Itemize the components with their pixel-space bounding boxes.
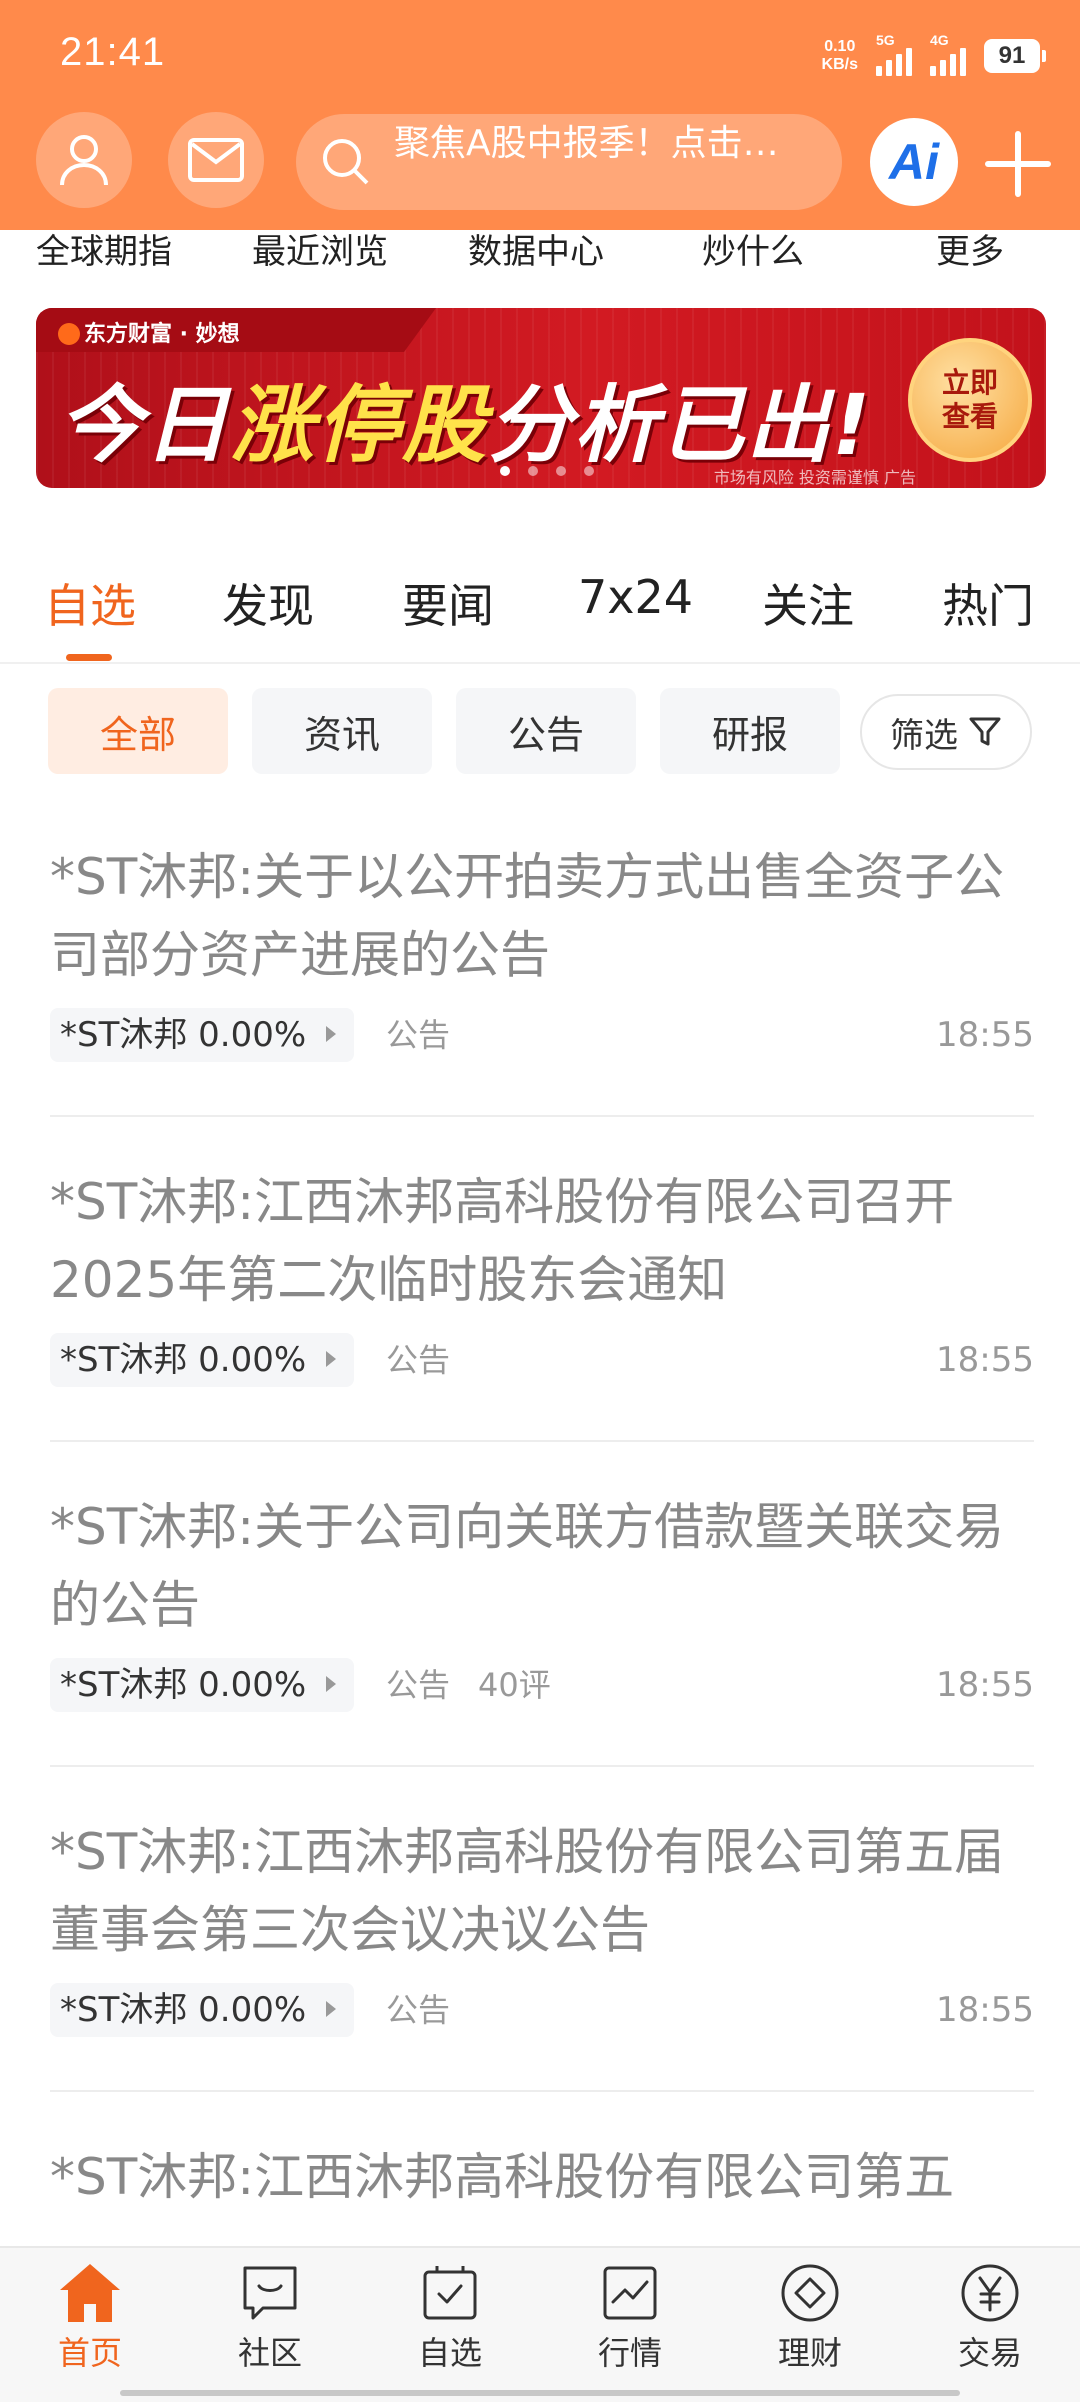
banner-pagination bbox=[500, 466, 594, 476]
news-time: 18:55 bbox=[936, 1015, 1034, 1055]
community-icon bbox=[243, 2266, 297, 2320]
top-header: 21:41 0.10 KB/s 5G 4G 91 聚焦A股中报季！点击… Ai bbox=[0, 0, 1080, 230]
nav-trade[interactable]: 交易 bbox=[930, 2262, 1050, 2374]
arrow-right-icon bbox=[326, 1676, 337, 1692]
promo-banner[interactable]: 东方财富 · 妙想 今日涨停股分析已出! 立即查看 市场有风险 投资需谨慎 广告 bbox=[36, 308, 1046, 488]
news-type: 公告 bbox=[386, 1991, 451, 2029]
filter-funnel-icon bbox=[969, 717, 1001, 746]
banner-cta-button[interactable]: 立即查看 bbox=[908, 338, 1032, 462]
stock-tag[interactable]: *ST沐邦 0.00% bbox=[50, 1333, 355, 1387]
battery-icon: 91 bbox=[984, 39, 1046, 73]
banner-dot bbox=[584, 466, 594, 476]
nav-market[interactable]: 行情 bbox=[570, 2262, 690, 2374]
banner-headline: 今日涨停股分析已出! bbox=[58, 376, 873, 474]
news-title: *ST沐邦:江西沐邦高科股份有限公司召开2025年第二次临时股东会通知 bbox=[50, 1173, 955, 1309]
banner-brand: 东方财富 · 妙想 bbox=[58, 316, 240, 348]
search-icon bbox=[323, 139, 369, 185]
news-item[interactable]: *ST沐邦:关于以公开拍卖方式出售全资子公司部分资产进展的公告 *ST沐邦 0.… bbox=[50, 838, 1034, 1064]
banner-dot-active bbox=[500, 466, 510, 476]
market-icon bbox=[603, 2266, 657, 2320]
search-placeholder: 聚焦A股中报季！点击… bbox=[394, 123, 779, 164]
stock-tag[interactable]: *ST沐邦 0.00% bbox=[50, 1983, 355, 2037]
add-plus-icon[interactable] bbox=[980, 126, 1056, 202]
chip-announcements[interactable]: 公告 bbox=[456, 688, 636, 774]
wealth-icon bbox=[781, 2264, 839, 2322]
watchlist-icon bbox=[423, 2266, 477, 2320]
arrow-right-icon bbox=[326, 1351, 337, 1367]
chip-all[interactable]: 全部 bbox=[48, 688, 228, 774]
nav-community[interactable]: 社区 bbox=[210, 2262, 330, 2374]
nav-wealth[interactable]: 理财 bbox=[750, 2262, 870, 2374]
status-time: 21:41 bbox=[60, 30, 166, 74]
news-title: *ST沐邦:江西沐邦高科股份有限公司第五 bbox=[50, 2148, 955, 2206]
tab-discover[interactable]: 发现 bbox=[222, 570, 314, 636]
list-divider bbox=[50, 1440, 1034, 1442]
user-profile-button[interactable] bbox=[36, 112, 132, 208]
nav-home[interactable]: 首页 bbox=[30, 2262, 150, 2374]
news-item[interactable]: *ST沐邦:江西沐邦高科股份有限公司第五届董事会第三次会议决议公告 *ST沐邦 … bbox=[50, 1813, 1034, 2039]
quick-menu-hot-topics[interactable]: 炒什么 bbox=[702, 224, 804, 273]
news-meta: *ST沐邦 0.00% 公告 40评 18:55 bbox=[50, 1658, 1034, 1714]
active-tab-indicator bbox=[66, 654, 112, 661]
quick-menu-more[interactable]: 更多 bbox=[936, 224, 1004, 273]
tab-7x24[interactable]: 7x24 bbox=[578, 570, 693, 624]
trade-icon bbox=[961, 2264, 1019, 2322]
news-type: 公告 bbox=[386, 1666, 451, 1704]
arrow-right-icon bbox=[326, 2001, 337, 2017]
news-time: 18:55 bbox=[936, 1665, 1034, 1705]
tab-following[interactable]: 关注 bbox=[762, 570, 854, 636]
quick-menu-row: 全球期指 最近浏览 数据中心 炒什么 更多 bbox=[0, 224, 1080, 274]
news-title: *ST沐邦:关于以公开拍卖方式出售全资子公司部分资产进展的公告 bbox=[50, 848, 1005, 984]
list-divider bbox=[50, 1115, 1034, 1117]
arrow-right-icon bbox=[326, 1026, 337, 1042]
news-title: *ST沐邦:关于公司向关联方借款暨关联交易的公告 bbox=[50, 1498, 1005, 1634]
banner-disclaimer: 市场有风险 投资需谨慎 广告 bbox=[713, 468, 916, 487]
quick-menu-global-futures[interactable]: 全球期指 bbox=[36, 224, 172, 273]
news-time: 18:55 bbox=[936, 1990, 1034, 2030]
news-item[interactable]: *ST沐邦:江西沐邦高科股份有限公司第五 bbox=[50, 2138, 1034, 2216]
user-icon bbox=[60, 135, 108, 186]
status-bar-right: 0.10 KB/s 5G 4G 91 bbox=[821, 32, 1046, 78]
quick-menu-data-center[interactable]: 数据中心 bbox=[468, 224, 604, 273]
chip-research[interactable]: 研报 bbox=[660, 688, 840, 774]
news-title: *ST沐邦:江西沐邦高科股份有限公司第五届董事会第三次会议决议公告 bbox=[50, 1823, 1005, 1959]
news-meta: *ST沐邦 0.00% 公告 18:55 bbox=[50, 1333, 1034, 1389]
nav-watchlist[interactable]: 自选 bbox=[390, 2262, 510, 2374]
messages-button[interactable] bbox=[168, 112, 264, 208]
news-type: 公告 bbox=[386, 1341, 451, 1379]
stock-tag[interactable]: *ST沐邦 0.00% bbox=[50, 1008, 355, 1062]
list-divider bbox=[50, 1765, 1034, 1767]
news-item[interactable]: *ST沐邦:关于公司向关联方借款暨关联交易的公告 *ST沐邦 0.00% 公告 … bbox=[50, 1488, 1034, 1714]
news-item[interactable]: *ST沐邦:江西沐邦高科股份有限公司召开2025年第二次临时股东会通知 *ST沐… bbox=[50, 1163, 1034, 1389]
filter-button[interactable]: 筛选 bbox=[860, 694, 1032, 770]
content-tabs: 自选 发现 要闻 7x24 关注 热门 bbox=[0, 570, 1080, 660]
tab-headlines[interactable]: 要闻 bbox=[402, 570, 494, 636]
news-meta: *ST沐邦 0.00% 公告 18:55 bbox=[50, 1008, 1034, 1064]
signal-5g-icon: 5G bbox=[876, 32, 912, 76]
banner-dot bbox=[556, 466, 566, 476]
search-bar[interactable]: 聚焦A股中报季！点击… bbox=[296, 114, 842, 210]
tab-watchlist[interactable]: 自选 bbox=[44, 570, 136, 636]
comment-count[interactable]: 40评 bbox=[478, 1658, 551, 1712]
signal-4g-icon: 4G bbox=[930, 32, 966, 76]
mail-icon bbox=[188, 138, 244, 182]
chip-news[interactable]: 资讯 bbox=[252, 688, 432, 774]
tabs-divider bbox=[0, 662, 1080, 664]
banner-dot bbox=[528, 466, 538, 476]
bottom-navigation: 首页 社区 自选 行情 理财 交易 bbox=[0, 2246, 1080, 2402]
news-meta: *ST沐邦 0.00% 公告 18:55 bbox=[50, 1983, 1034, 2039]
home-icon bbox=[60, 2264, 120, 2322]
news-time: 18:55 bbox=[936, 1340, 1034, 1380]
ai-assistant-button[interactable]: Ai bbox=[870, 118, 958, 206]
eastmoney-logo-icon bbox=[58, 323, 80, 345]
quick-menu-recent[interactable]: 最近浏览 bbox=[252, 224, 388, 273]
network-speed: 0.10 KB/s bbox=[821, 38, 858, 73]
list-divider bbox=[50, 2090, 1034, 2092]
stock-tag[interactable]: *ST沐邦 0.00% bbox=[50, 1658, 355, 1712]
news-type: 公告 bbox=[386, 1016, 451, 1054]
tab-hot[interactable]: 热门 bbox=[942, 570, 1034, 636]
gesture-bar[interactable] bbox=[120, 2390, 960, 2396]
